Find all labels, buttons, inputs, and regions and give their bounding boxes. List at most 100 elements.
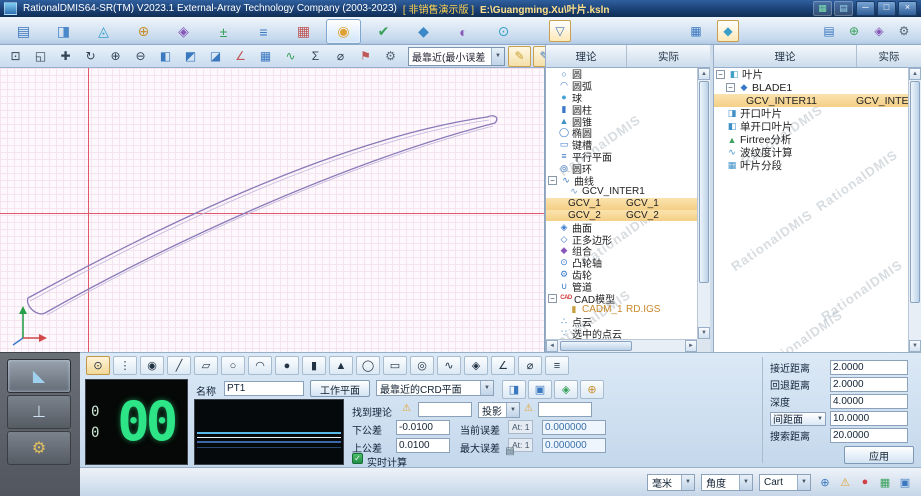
parallel-feature-icon[interactable]: ≡	[545, 356, 569, 375]
curve-feature-icon[interactable]: ∿	[437, 356, 461, 375]
scroll-right-icon[interactable]: ►	[685, 340, 697, 352]
ribbon-tab-6[interactable]: ±	[206, 19, 241, 44]
circle-feature-icon[interactable]: ○	[221, 356, 245, 375]
maximize-button[interactable]: □	[877, 1, 896, 16]
sync-icon[interactable]: ⊕	[580, 380, 604, 399]
find-theory-input[interactable]	[418, 402, 472, 417]
max-error-value[interactable]	[542, 438, 606, 453]
tree-item[interactable]: ◈ 曲面	[546, 221, 697, 235]
view-top-icon[interactable]: ◩	[179, 46, 202, 67]
tree-item[interactable]: ▦ 叶片分段	[714, 159, 908, 172]
tree-item[interactable]: ● 球	[546, 92, 697, 105]
ribbon-tab-9[interactable]: ◉	[326, 19, 361, 44]
view-mode-button[interactable]: ◣	[7, 359, 71, 393]
torus-feature-icon[interactable]: ◎	[410, 356, 434, 375]
ribbon-tab-2[interactable]: ◨	[46, 19, 81, 44]
tree-item[interactable]: − ◧ 叶片	[714, 68, 908, 81]
select-icon[interactable]: ⊡	[4, 46, 27, 67]
fit-mode-dropdown[interactable]: 最靠近(最小误差 ▼	[408, 46, 505, 66]
tree-item[interactable]: GCV_1 GCV_1	[546, 197, 697, 210]
ribbon-tab-1[interactable]: ▤	[6, 19, 41, 44]
zoom-in-icon[interactable]: ⊕	[104, 46, 127, 67]
chevron-down-icon[interactable]: ▼	[739, 474, 752, 490]
axis-icon[interactable]: ∠	[229, 46, 252, 67]
titlebar-doc-icon[interactable]: ▤	[834, 1, 853, 16]
pen-theory-icon[interactable]: ✎	[508, 45, 531, 67]
tree-item[interactable]: ◆ 组合	[546, 245, 697, 258]
close-button[interactable]: ×	[898, 1, 917, 16]
scroll-thumb[interactable]	[910, 81, 920, 303]
expander-icon[interactable]: −	[716, 70, 725, 79]
vector-point-icon[interactable]: ◉	[140, 356, 164, 375]
diameter-feature-icon[interactable]: ⌀	[518, 356, 542, 375]
chevron-down-icon[interactable]: ▼	[506, 403, 519, 417]
vertical-scrollbar[interactable]: ▲ ▼	[697, 68, 710, 339]
flag-icon[interactable]: ⚑	[354, 46, 377, 67]
ribbon-tab-5[interactable]: ◈	[166, 19, 201, 44]
horizontal-scrollbar[interactable]: ◄ ►	[546, 339, 697, 352]
tree-item[interactable]: − CAD CAD模型	[546, 292, 697, 306]
scroll-up-icon[interactable]: ▲	[909, 68, 921, 80]
scroll-down-icon[interactable]: ▼	[909, 340, 921, 352]
confirm2-icon[interactable]: ✔	[502, 444, 518, 458]
chevron-down-icon[interactable]: ▼	[817, 416, 823, 422]
chevron-down-icon[interactable]: ▼	[480, 381, 493, 395]
ribbon-tab-7[interactable]: ≡	[246, 19, 281, 44]
vertical-scrollbar[interactable]: ▲ ▼	[908, 68, 921, 352]
apply-button[interactable]: 应用	[844, 446, 914, 464]
upper-tolerance-input[interactable]	[396, 438, 450, 453]
chevron-down-icon[interactable]: ▼	[797, 474, 810, 490]
titlebar-grid-icon[interactable]: ▦	[813, 1, 832, 16]
line-icon[interactable]: ╱	[167, 356, 191, 375]
pan-icon[interactable]: ✚	[54, 46, 77, 67]
fit-plane-dropdown[interactable]: 最靠近的CRD平面 ▼	[376, 380, 494, 396]
blade-analysis-icon[interactable]: ◈	[868, 20, 890, 42]
grid-icon[interactable]: ▦	[254, 46, 277, 67]
tree-item[interactable]: GCV_2 GCV_2	[546, 209, 697, 222]
rotate-icon[interactable]: ↻	[79, 46, 102, 67]
chevron-down-icon[interactable]: ▼	[491, 47, 504, 65]
panel-menu-icon[interactable]: ▦	[685, 20, 707, 42]
param-input[interactable]	[830, 428, 908, 443]
probe-mode-button[interactable]: ⊥	[7, 395, 71, 429]
units-dropdown[interactable]: 毫米 ▼	[647, 473, 695, 491]
scroll-left-icon[interactable]: ◄	[546, 340, 558, 352]
tree-item[interactable]: ▭ 键槽	[546, 139, 697, 152]
slot-feature-icon[interactable]: ▭	[383, 356, 407, 375]
blade-report-icon[interactable]: ▤	[818, 20, 840, 42]
tree-item[interactable]: ≡ 平行平面	[546, 151, 697, 164]
ribbon-tab-8[interactable]: ▦	[286, 19, 321, 44]
tree-item[interactable]: ⊙ 凸轮轴	[546, 257, 697, 270]
surface-feature-icon[interactable]: ◈	[464, 356, 488, 375]
table-view-icon[interactable]: ▣	[528, 380, 552, 399]
blade-add-icon[interactable]: ⊕	[843, 20, 865, 42]
record-icon[interactable]: ●	[857, 474, 873, 490]
tree-item[interactable]: ▮ CADM_1 RD.IGS	[546, 304, 697, 316]
point-icon[interactable]: ⊙	[86, 356, 110, 375]
param-input[interactable]	[830, 411, 908, 426]
projection-input[interactable]	[538, 402, 592, 417]
ribbon-tab-11[interactable]: ◆	[406, 19, 441, 44]
probe-position-icon[interactable]: ⊕	[817, 474, 833, 490]
tree-item[interactable]: ◠ 圆弧	[546, 80, 697, 93]
plane-icon[interactable]: ▱	[194, 356, 218, 375]
tree-item[interactable]: ◯ 椭圆	[546, 127, 697, 140]
layout-icon[interactable]: ▣	[897, 474, 913, 490]
view-front-icon[interactable]: ◧	[154, 46, 177, 67]
diameter-icon[interactable]: ⌀	[329, 46, 352, 67]
expander-icon[interactable]: −	[726, 83, 735, 92]
scroll-thumb[interactable]	[560, 341, 632, 351]
feature-name-input[interactable]	[224, 381, 304, 396]
tree-item[interactable]: ○ 圆	[546, 68, 697, 82]
tool-mode-button[interactable]: ⚙	[7, 431, 71, 465]
ellipse-feature-icon[interactable]: ◯	[356, 356, 380, 375]
projection-dropdown[interactable]: 投影 ▼	[478, 402, 520, 418]
realtime-checkbox[interactable]: ✓	[352, 453, 363, 464]
curve-mode-icon[interactable]: ∿	[279, 46, 302, 67]
view-iso-icon[interactable]: ◪	[204, 46, 227, 67]
tree-item[interactable]: ▮ 圆柱	[546, 103, 697, 117]
tree-item[interactable]: ∪ 管道	[546, 280, 697, 294]
tree-item[interactable]: − ◆ BLADE1	[714, 81, 908, 94]
filter-features-icon[interactable]: ▽	[549, 20, 571, 42]
graphics-viewport[interactable]	[0, 68, 545, 352]
